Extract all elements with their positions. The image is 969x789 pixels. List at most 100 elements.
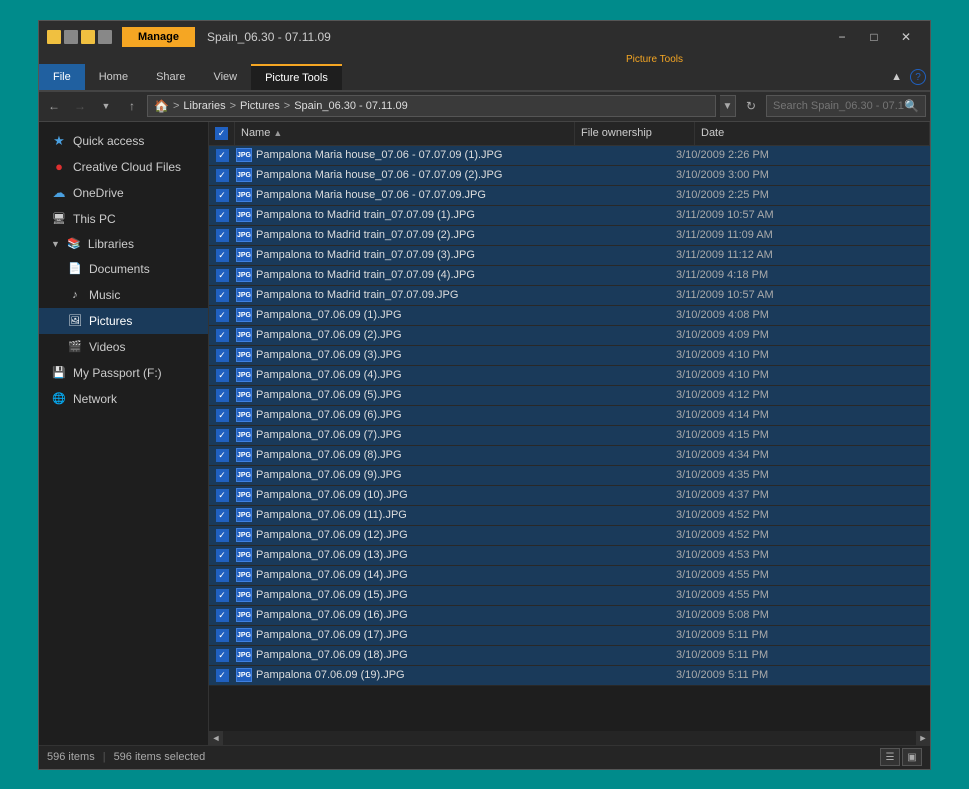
scroll-track[interactable] (223, 731, 916, 745)
file-checkbox-8[interactable] (216, 309, 229, 322)
table-row[interactable]: JPG Pampalona_07.06.09 (13).JPG 3/10/200… (209, 546, 930, 566)
file-checkbox-0[interactable] (216, 149, 229, 162)
sidebar-item-network[interactable]: 🌐 Network (39, 386, 208, 412)
header-checkbox[interactable] (209, 122, 235, 145)
row-checkbox-25[interactable] (209, 646, 235, 665)
row-checkbox-23[interactable] (209, 606, 235, 625)
tab-view[interactable]: View (199, 64, 251, 90)
table-row[interactable]: JPG Pampalona_07.06.09 (14).JPG 3/10/200… (209, 566, 930, 586)
sidebar-item-quick-access[interactable]: ★ Quick access (39, 128, 208, 154)
scroll-right-button[interactable]: ► (916, 731, 930, 745)
table-row[interactable]: JPG Pampalona to Madrid train_07.07.09 (… (209, 266, 930, 286)
file-checkbox-2[interactable] (216, 189, 229, 202)
header-name[interactable]: Name ▲ (235, 122, 575, 145)
row-checkbox-7[interactable] (209, 286, 235, 305)
header-ownership[interactable]: File ownership (575, 122, 695, 145)
table-row[interactable]: JPG Pampalona_07.06.09 (12).JPG 3/10/200… (209, 526, 930, 546)
up-button[interactable]: ↑ (121, 95, 143, 117)
row-checkbox-26[interactable] (209, 666, 235, 685)
file-checkbox-7[interactable] (216, 289, 229, 302)
address-path[interactable]: 🏠 > Libraries > Pictures > Spain_06.30 -… (147, 95, 716, 117)
row-checkbox-11[interactable] (209, 366, 235, 385)
row-checkbox-9[interactable] (209, 326, 235, 345)
row-checkbox-5[interactable] (209, 246, 235, 265)
address-dropdown[interactable]: ▼ (720, 95, 736, 117)
sidebar-item-creative-cloud[interactable]: ● Creative Cloud Files (39, 154, 208, 180)
sidebar-item-this-pc[interactable]: 🖥 This PC (39, 206, 208, 232)
table-row[interactable]: JPG Pampalona Maria house_07.06 - 07.07.… (209, 186, 930, 206)
table-row[interactable]: JPG Pampalona_07.06.09 (18).JPG 3/10/200… (209, 646, 930, 666)
sidebar-item-documents[interactable]: 📄 Documents (39, 256, 208, 282)
row-checkbox-10[interactable] (209, 346, 235, 365)
row-checkbox-0[interactable] (209, 146, 235, 165)
table-row[interactable]: JPG Pampalona_07.06.09 (11).JPG 3/10/200… (209, 506, 930, 526)
file-checkbox-26[interactable] (216, 669, 229, 682)
table-row[interactable]: JPG Pampalona_07.06.09 (17).JPG 3/10/200… (209, 626, 930, 646)
forward-button[interactable]: → (69, 95, 91, 117)
row-checkbox-17[interactable] (209, 486, 235, 505)
path-current[interactable]: Spain_06.30 - 07.11.09 (294, 100, 408, 112)
row-checkbox-6[interactable] (209, 266, 235, 285)
row-checkbox-14[interactable] (209, 426, 235, 445)
row-checkbox-16[interactable] (209, 466, 235, 485)
file-checkbox-9[interactable] (216, 329, 229, 342)
row-checkbox-13[interactable] (209, 406, 235, 425)
table-row[interactable]: JPG Pampalona_07.06.09 (3).JPG 3/10/2009… (209, 346, 930, 366)
sidebar-section-libraries[interactable]: ▼ 📚 Libraries (39, 232, 208, 256)
help-button[interactable]: ? (910, 69, 926, 85)
row-checkbox-8[interactable] (209, 306, 235, 325)
scroll-left-button[interactable]: ◄ (209, 731, 223, 745)
row-checkbox-3[interactable] (209, 206, 235, 225)
path-libraries[interactable]: Libraries (183, 100, 225, 112)
minimize-button[interactable]: − (826, 27, 858, 47)
select-all-checkbox[interactable] (215, 127, 228, 140)
refresh-button[interactable]: ↻ (740, 95, 762, 117)
file-checkbox-13[interactable] (216, 409, 229, 422)
table-row[interactable]: JPG Pampalona_07.06.09 (8).JPG 3/10/2009… (209, 446, 930, 466)
file-checkbox-11[interactable] (216, 369, 229, 382)
table-row[interactable]: JPG Pampalona_07.06.09 (7).JPG 3/10/2009… (209, 426, 930, 446)
file-checkbox-16[interactable] (216, 469, 229, 482)
sidebar-item-onedrive[interactable]: ☁ OneDrive (39, 180, 208, 206)
table-row[interactable]: JPG Pampalona_07.06.09 (15).JPG 3/10/200… (209, 586, 930, 606)
table-row[interactable]: JPG Pampalona_07.06.09 (6).JPG 3/10/2009… (209, 406, 930, 426)
tab-file[interactable]: File (39, 64, 85, 90)
file-checkbox-6[interactable] (216, 269, 229, 282)
back-button[interactable]: ← (43, 95, 65, 117)
file-checkbox-22[interactable] (216, 589, 229, 602)
row-checkbox-21[interactable] (209, 566, 235, 585)
row-checkbox-24[interactable] (209, 626, 235, 645)
file-checkbox-12[interactable] (216, 389, 229, 402)
tab-home[interactable]: Home (85, 64, 142, 90)
file-checkbox-18[interactable] (216, 509, 229, 522)
table-row[interactable]: JPG Pampalona_07.06.09 (10).JPG 3/10/200… (209, 486, 930, 506)
details-view-button[interactable]: ☰ (880, 748, 900, 766)
search-box[interactable]: 🔍 (766, 95, 926, 117)
row-checkbox-15[interactable] (209, 446, 235, 465)
table-row[interactable]: JPG Pampalona_07.06.09 (9).JPG 3/10/2009… (209, 466, 930, 486)
file-checkbox-23[interactable] (216, 609, 229, 622)
table-row[interactable]: JPG Pampalona to Madrid train_07.07.09.J… (209, 286, 930, 306)
sidebar-item-videos[interactable]: 🎬 Videos (39, 334, 208, 360)
table-row[interactable]: JPG Pampalona to Madrid train_07.07.09 (… (209, 246, 930, 266)
horizontal-scrollbar[interactable]: ◄ ► (209, 731, 930, 745)
file-checkbox-3[interactable] (216, 209, 229, 222)
row-checkbox-22[interactable] (209, 586, 235, 605)
table-row[interactable]: JPG Pampalona Maria house_07.06 - 07.07.… (209, 146, 930, 166)
expand-ribbon-button[interactable]: ▲ (887, 69, 906, 85)
row-checkbox-20[interactable] (209, 546, 235, 565)
path-pictures[interactable]: Pictures (240, 100, 280, 112)
table-row[interactable]: JPG Pampalona_07.06.09 (1).JPG 3/10/2009… (209, 306, 930, 326)
sidebar-item-pictures[interactable]: 🖼 Pictures (39, 308, 208, 334)
row-checkbox-2[interactable] (209, 186, 235, 205)
row-checkbox-1[interactable] (209, 166, 235, 185)
table-row[interactable]: JPG Pampalona to Madrid train_07.07.09 (… (209, 226, 930, 246)
file-checkbox-10[interactable] (216, 349, 229, 362)
row-checkbox-12[interactable] (209, 386, 235, 405)
file-checkbox-25[interactable] (216, 649, 229, 662)
row-checkbox-19[interactable] (209, 526, 235, 545)
large-icons-button[interactable]: ▣ (902, 748, 922, 766)
table-row[interactable]: JPG Pampalona_07.06.09 (5).JPG 3/10/2009… (209, 386, 930, 406)
sidebar-item-my-passport[interactable]: 💾 My Passport (F:) (39, 360, 208, 386)
file-checkbox-15[interactable] (216, 449, 229, 462)
